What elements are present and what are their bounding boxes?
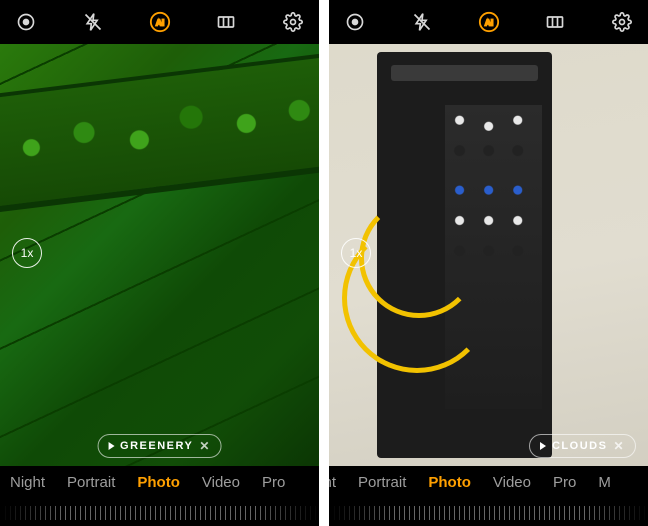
viewfinder[interactable]: 1x CLOUDS ✕ [329,44,648,466]
bottom-bar: Night Portrait Photo Video Pro M [329,466,648,526]
play-icon [108,442,114,450]
mode-portrait[interactable]: Portrait [67,474,115,491]
ai-icon[interactable]: AI [148,10,172,34]
camera-screen-right: AI 1x CLOUDS ✕ Night [329,0,648,526]
aspect-icon[interactable] [214,10,238,34]
scene-tag[interactable]: CLOUDS ✕ [529,434,636,458]
mode-night[interactable]: Night [10,474,45,491]
aspect-icon[interactable] [543,10,567,34]
svg-text:AI: AI [484,19,492,28]
mode-more[interactable]: M [598,474,611,491]
mode-night[interactable]: Night [329,474,336,491]
mode-strip[interactable]: Night Portrait Photo Video Pro M [329,474,648,491]
mode-ruler [329,506,648,520]
mode-pro[interactable]: Pro [262,474,285,491]
camera-screen-left: AI 1x GREENERY ✕ Night Portrait Photo [0,0,319,526]
mode-video[interactable]: Video [202,474,240,491]
top-toolbar: AI [0,0,319,44]
viewfinder-content [377,52,552,457]
mode-video[interactable]: Video [493,474,531,491]
svg-text:AI: AI [155,19,163,28]
mode-ruler [0,506,319,520]
flash-icon[interactable] [410,10,434,34]
lens-icon[interactable] [14,10,38,34]
flash-icon[interactable] [81,10,105,34]
mode-photo[interactable]: Photo [428,474,471,491]
top-toolbar: AI [329,0,648,44]
settings-icon[interactable] [281,10,305,34]
viewfinder[interactable]: 1x GREENERY ✕ [0,44,319,466]
lens-icon[interactable] [343,10,367,34]
scene-tag[interactable]: GREENERY ✕ [97,434,222,458]
mode-portrait[interactable]: Portrait [358,474,406,491]
zoom-button[interactable]: 1x [12,238,42,268]
mode-strip[interactable]: Night Portrait Photo Video Pro [0,474,319,491]
viewfinder-content [0,53,319,211]
close-icon[interactable]: ✕ [199,439,211,453]
settings-icon[interactable] [610,10,634,34]
play-icon [540,442,546,450]
scene-label: CLOUDS [552,440,607,452]
mode-pro[interactable]: Pro [553,474,576,491]
bottom-bar: Night Portrait Photo Video Pro [0,466,319,526]
scene-label: GREENERY [120,440,193,452]
close-icon[interactable]: ✕ [613,439,625,453]
mode-photo[interactable]: Photo [137,474,180,491]
ai-icon[interactable]: AI [477,10,501,34]
zoom-button[interactable]: 1x [341,238,371,268]
